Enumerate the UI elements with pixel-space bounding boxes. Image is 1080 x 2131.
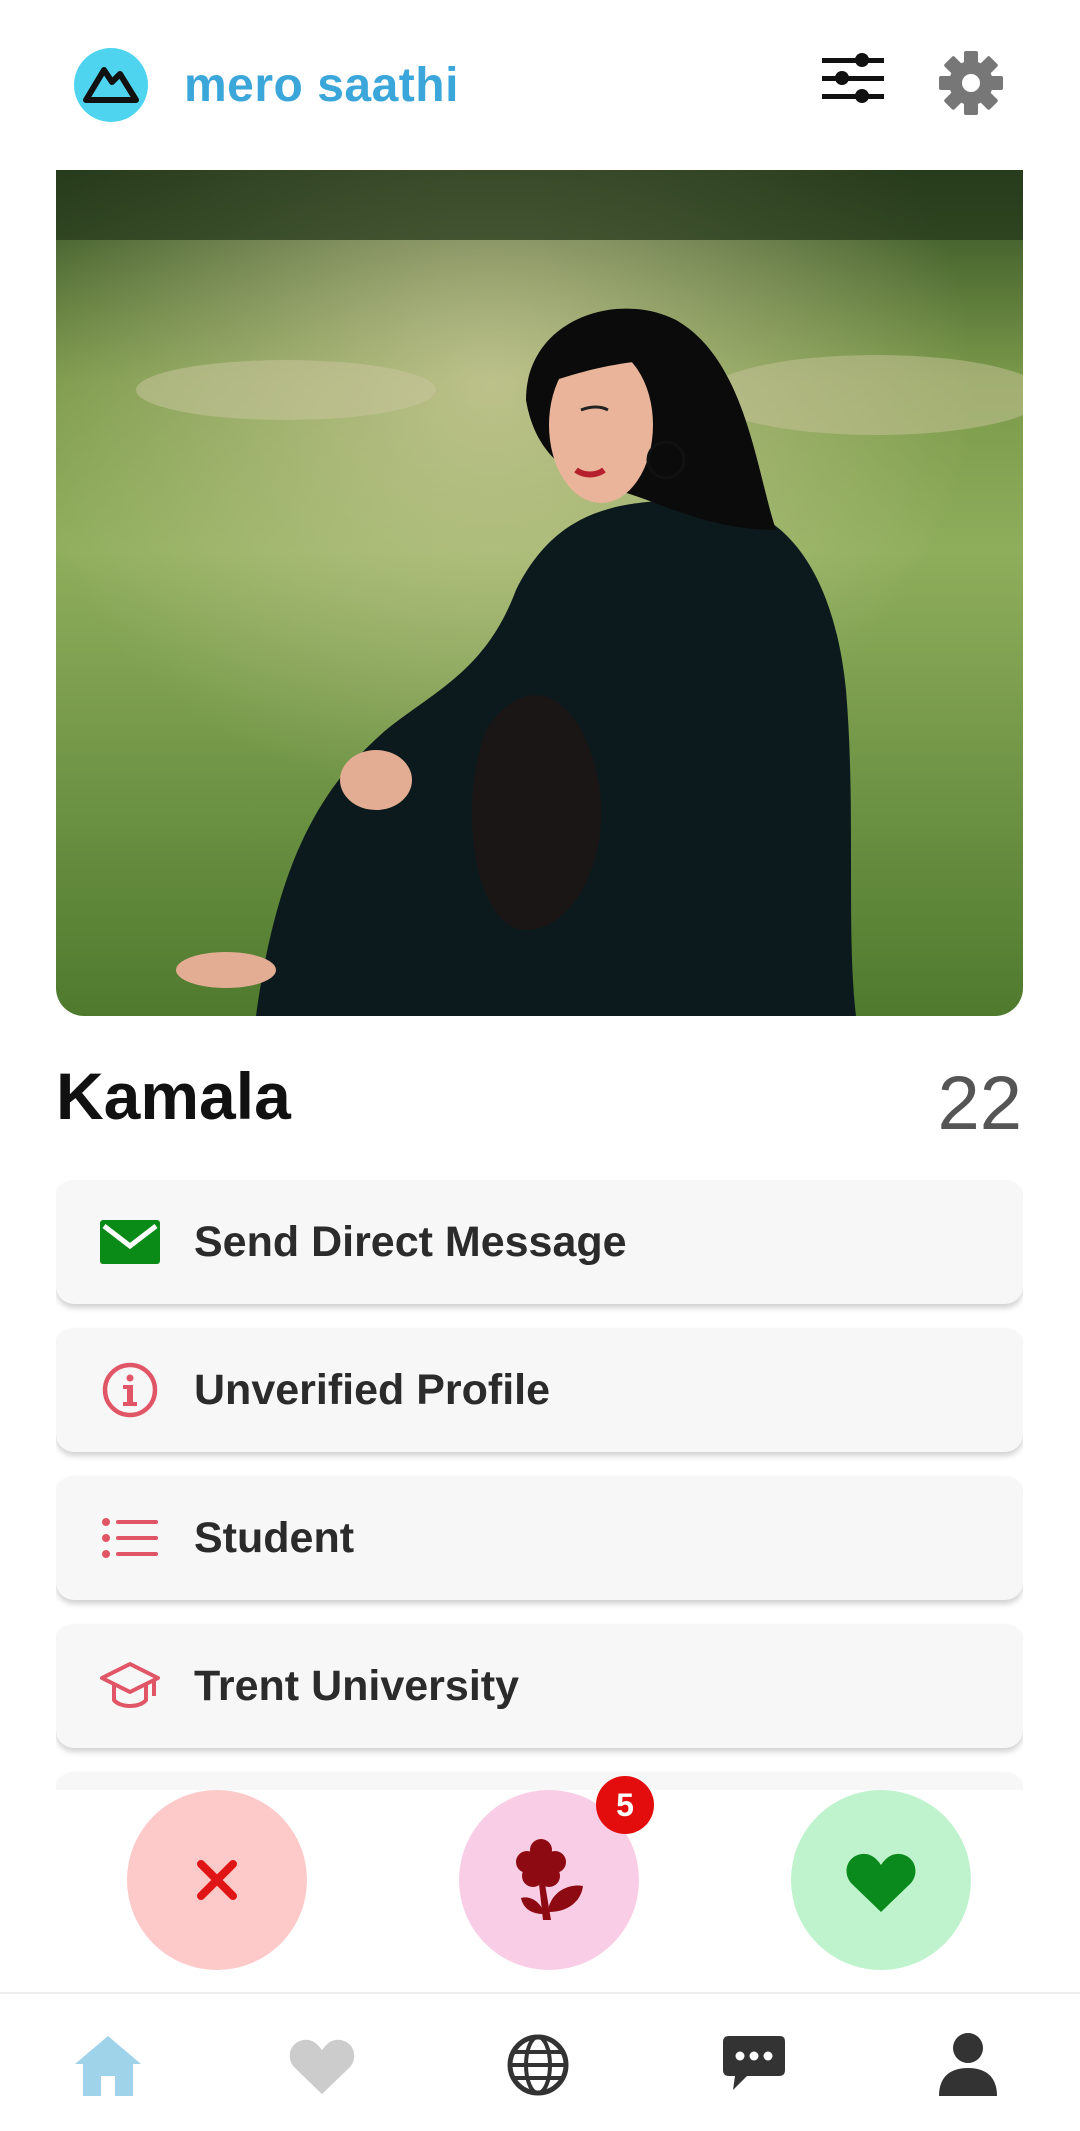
close-icon [197,1860,237,1900]
next-info-card-partial[interactable] [56,1772,1023,1790]
list-icon [102,1518,158,1558]
heart-icon [846,1853,916,1912]
heart-icon [289,2039,355,2095]
reject-button[interactable] [127,1790,307,1970]
rose-icon [516,1839,583,1920]
info-icon [102,1362,158,1418]
filter-sliders-button[interactable] [822,50,892,120]
mountain-logo-icon [74,48,148,122]
profile-age: 22 [937,1061,1022,1146]
mail-icon [100,1220,160,1264]
nav-messages[interactable] [721,2032,791,2102]
nav-home[interactable] [73,2032,143,2102]
settings-gear-button[interactable] [938,50,1008,120]
globe-icon [507,2034,569,2096]
occupation-item[interactable]: Student [56,1476,1023,1600]
profile-info-list: Send Direct Message Unverified Profile S… [56,1180,1023,1790]
send-direct-message-button[interactable]: Send Direct Message [56,1180,1023,1304]
home-icon [75,2036,141,2096]
app-header: mero saathi [0,0,1080,170]
person-icon [939,2033,997,2096]
bottom-navigation [0,1992,1080,2131]
card-label: Send Direct Message [194,1218,627,1266]
app-title: mero saathi [184,59,459,112]
graduation-cap-icon [100,1662,160,1708]
profile-name: Kamala [56,1059,291,1133]
unverified-profile-item[interactable]: Unverified Profile [56,1328,1023,1452]
profile-photo[interactable] [56,170,1023,1016]
nav-explore[interactable] [505,2032,575,2102]
card-label: Unverified Profile [194,1366,551,1414]
nav-likes[interactable] [289,2032,359,2102]
education-item[interactable]: Trent University [56,1624,1023,1748]
gear-icon [939,51,1003,115]
nav-profile[interactable] [937,2032,1007,2102]
like-button[interactable] [791,1790,971,1970]
swipe-actions [0,1790,1080,1990]
card-label: Student [194,1514,355,1562]
chat-icon [723,2036,785,2090]
sliders-icon [822,53,884,103]
card-label: Trent University [194,1662,519,1710]
rose-count-badge: 5 [596,1776,654,1834]
